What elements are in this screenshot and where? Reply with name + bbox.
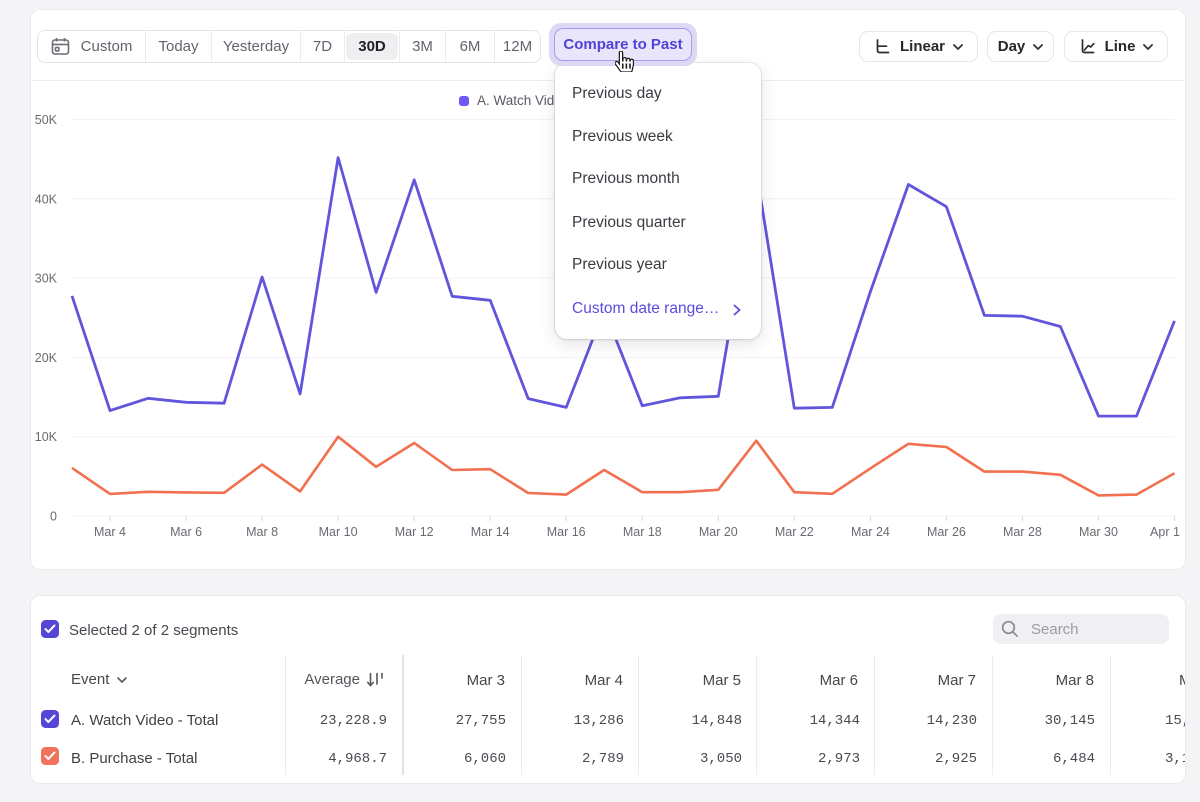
svg-text:Mar 4: Mar 4 [94, 525, 126, 539]
svg-text:Mar 14: Mar 14 [471, 525, 510, 539]
svg-text:0: 0 [50, 510, 57, 524]
svg-text:50K: 50K [35, 113, 58, 127]
svg-text:Apr 1: Apr 1 [1150, 525, 1180, 539]
svg-text:10K: 10K [35, 430, 58, 444]
svg-text:Mar 18: Mar 18 [623, 525, 662, 539]
svg-text:Mar 26: Mar 26 [927, 525, 966, 539]
svg-text:Mar 24: Mar 24 [851, 525, 890, 539]
svg-text:Mar 6: Mar 6 [170, 525, 202, 539]
svg-text:Mar 8: Mar 8 [246, 525, 278, 539]
svg-text:Mar 30: Mar 30 [1079, 525, 1118, 539]
svg-text:Mar 22: Mar 22 [775, 525, 814, 539]
svg-text:40K: 40K [35, 192, 58, 206]
svg-text:Mar 20: Mar 20 [699, 525, 738, 539]
svg-text:Mar 10: Mar 10 [319, 525, 358, 539]
svg-text:Mar 16: Mar 16 [547, 525, 586, 539]
svg-text:Mar 28: Mar 28 [1003, 525, 1042, 539]
svg-text:20K: 20K [35, 351, 58, 365]
svg-text:30K: 30K [35, 272, 58, 286]
svg-text:Mar 12: Mar 12 [395, 525, 434, 539]
